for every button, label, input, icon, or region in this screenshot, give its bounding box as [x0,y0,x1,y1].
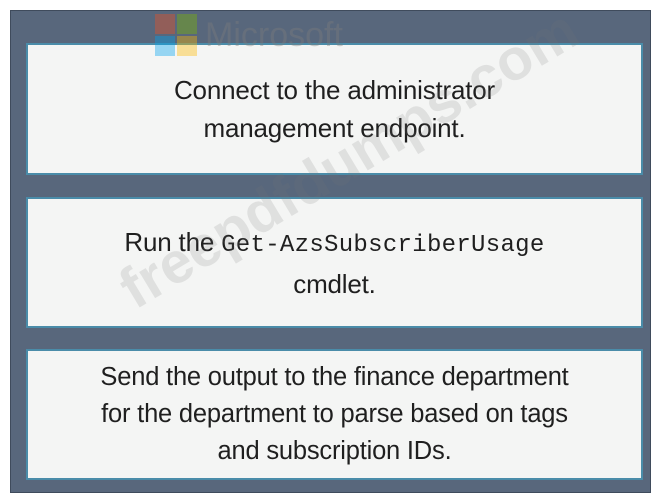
microsoft-windows-icon [155,14,197,56]
logo-square [155,14,175,34]
step-text: Send the output to the finance departmen… [100,359,568,470]
step-send-output-to-finance[interactable]: Send the output to the finance departmen… [26,349,643,480]
step-text: Connect to the administrator management … [174,71,495,147]
logo-square [177,36,197,56]
step-line: for the department to parse based on tag… [101,400,568,428]
logo-square [177,14,197,34]
microsoft-logo-text: Microsoft [205,16,343,54]
step-run-cmdlet[interactable]: Run the Get-AzsSubscriberUsage cmdlet. [26,197,643,328]
microsoft-logo: Microsoft [155,14,343,56]
step-line: and subscription IDs. [217,437,452,465]
step-line: management endpoint. [203,113,466,143]
step-connect-admin-endpoint[interactable]: Connect to the administrator management … [26,43,643,175]
step-line: Run the Get-AzsSubscriberUsage [124,223,544,265]
step-line: Connect to the administrator [173,75,495,105]
cmdlet-name: Get-AzsSubscriberUsage [221,231,545,259]
logo-square [155,36,175,56]
step-text: Run the Get-AzsSubscriberUsage cmdlet. [124,223,544,303]
step-line: Send the output to the finance departmen… [100,363,569,391]
step-prefix: Run the [124,226,222,257]
step-line: cmdlet. [293,268,376,299]
